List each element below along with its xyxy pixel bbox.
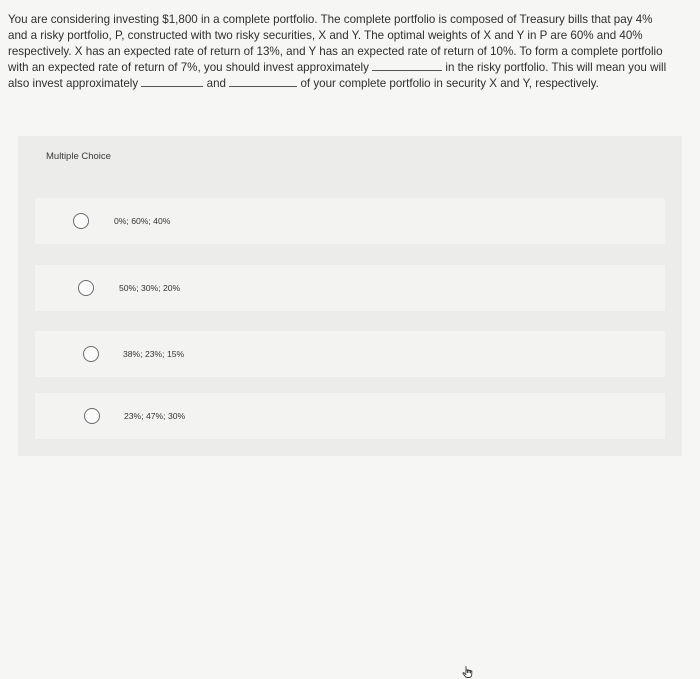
question-line-text: in the risky portfolio. This will mean y… [445, 61, 667, 74]
radio-button-icon[interactable] [83, 346, 99, 362]
question-line: and a risky portfolio, P, constructed wi… [8, 29, 643, 42]
answer-blank-3 [229, 76, 298, 87]
question-line: respectively. X has an expected rate of … [8, 45, 663, 58]
radio-button-icon[interactable] [84, 408, 100, 424]
answer-option-label: 50%; 30%; 20% [119, 283, 181, 293]
answer-option-label: 23%; 47%; 30% [124, 411, 186, 421]
question-text: You are considering investing $1,800 in … [8, 12, 692, 92]
radio-button-icon[interactable] [78, 280, 94, 296]
question-line-text: with an expected rate of return of 7%, y… [8, 61, 369, 74]
answer-option[interactable]: 38%; 23%; 15% [35, 331, 665, 377]
answer-option-label: 0%; 60%; 40% [114, 216, 171, 226]
radio-button-icon[interactable] [73, 213, 89, 229]
answer-option[interactable]: 50%; 30%; 20% [35, 265, 665, 311]
answer-option-label: 38%; 23%; 15% [123, 349, 185, 359]
question-line: also invest approximately and of your co… [8, 76, 692, 92]
hand-pointer-icon [462, 666, 473, 678]
question-line: You are considering investing $1,800 in … [8, 13, 653, 26]
question-line-text: and [206, 77, 226, 90]
question-line: with an expected rate of return of 7%, y… [8, 60, 692, 76]
answer-blank-2 [141, 76, 204, 87]
question-line-text: of your complete portfolio in security X… [300, 77, 599, 90]
multiple-choice-label: Multiple Choice [46, 151, 111, 162]
question-line-text: also invest approximately [8, 77, 139, 90]
multiple-choice-panel: Multiple Choice 0%; 60%; 40% 50%; 30%; 2… [18, 136, 682, 678]
answer-option[interactable]: 23%; 47%; 30% [35, 393, 665, 678]
answer-option[interactable]: 0%; 60%; 40% [35, 198, 665, 244]
answer-blank-1 [372, 60, 443, 71]
